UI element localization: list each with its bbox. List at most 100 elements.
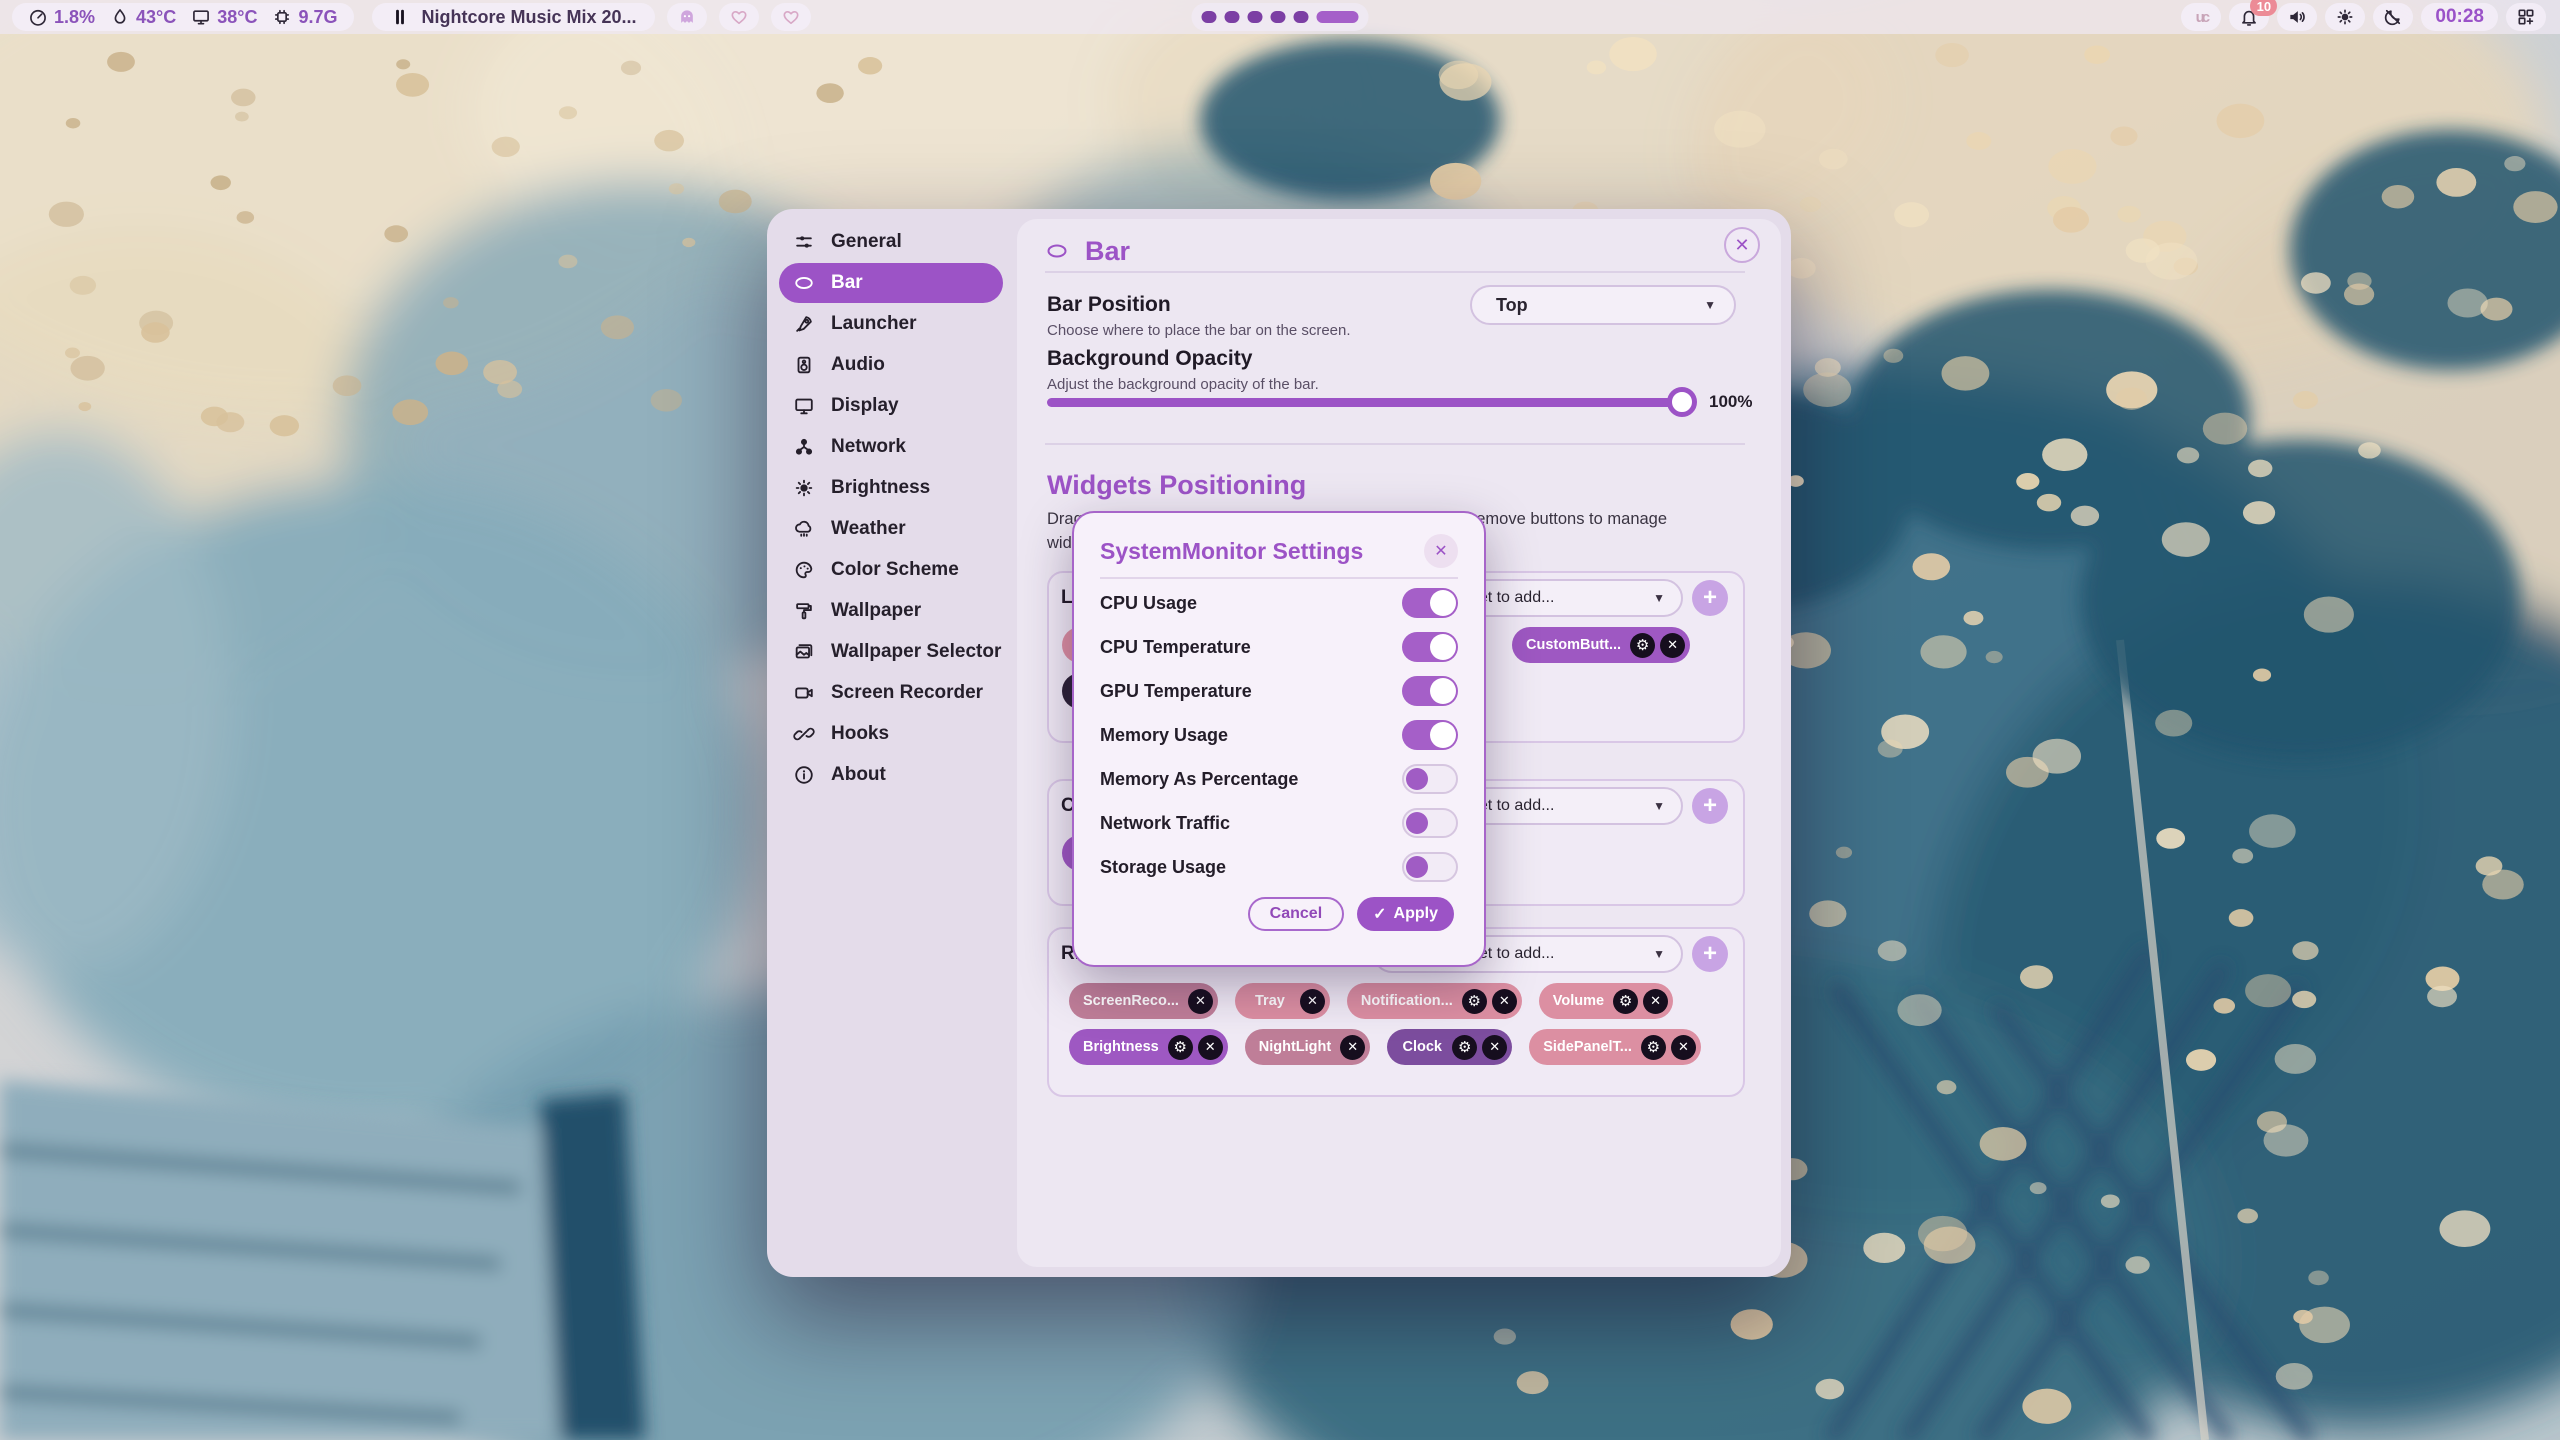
- widget-settings-button[interactable]: ⚙: [1641, 1035, 1666, 1060]
- page-header: Bar: [1043, 231, 1130, 271]
- sidebar-item-wallpaper[interactable]: Wallpaper: [779, 591, 1003, 631]
- add-widget-button[interactable]: +: [1692, 580, 1728, 616]
- workspace-dot[interactable]: [1248, 11, 1263, 23]
- workspaces-indicator[interactable]: [1192, 3, 1369, 31]
- memory-as-percentage-toggle[interactable]: [1402, 764, 1458, 794]
- toggle-row: CPU Usage: [1100, 581, 1458, 625]
- sidebar-item-label: Color Scheme: [831, 559, 959, 581]
- videocam-icon: [793, 682, 815, 704]
- media-title: Nightcore Music Mix 20...: [422, 7, 637, 28]
- sidebar-item-hooks[interactable]: Hooks: [779, 714, 1003, 754]
- widget-settings-button[interactable]: ⚙: [1462, 989, 1487, 1014]
- widget-remove-button[interactable]: ✕: [1671, 1035, 1696, 1060]
- widget-chip-sidepanelt[interactable]: SidePanelT...⚙✕: [1529, 1029, 1701, 1065]
- dialog-header: SystemMonitor Settings ✕: [1100, 529, 1458, 573]
- opacity-slider-track[interactable]: [1047, 398, 1694, 407]
- widget-chip-screenreco[interactable]: ScreenReco...✕: [1069, 983, 1218, 1019]
- cpu-temperature-toggle[interactable]: [1402, 632, 1458, 662]
- link-icon: [793, 723, 815, 745]
- widget-remove-button[interactable]: ✕: [1643, 989, 1668, 1014]
- sidebar-item-weather[interactable]: Weather: [779, 509, 1003, 549]
- toggle-row: GPU Temperature: [1100, 669, 1458, 713]
- widget-settings-button[interactable]: ⚙: [1630, 633, 1655, 658]
- workspace-active[interactable]: [1317, 11, 1359, 23]
- widget-chip-custombutt[interactable]: CustomButt...⚙✕: [1512, 627, 1690, 663]
- cpu-usage-toggle[interactable]: [1402, 588, 1458, 618]
- toggle-knob: [1406, 768, 1428, 790]
- clock-text: 00:28: [2435, 6, 2484, 28]
- sidebar-item-launcher[interactable]: Launcher: [779, 304, 1003, 344]
- widget-chip-clock[interactable]: Clock⚙✕: [1387, 1029, 1512, 1065]
- cancel-button[interactable]: Cancel: [1248, 897, 1344, 931]
- widget-remove-button[interactable]: ✕: [1198, 1035, 1223, 1060]
- add-widget-button[interactable]: +: [1692, 936, 1728, 972]
- toggle-knob: [1430, 678, 1456, 704]
- workspace-dot[interactable]: [1225, 11, 1240, 23]
- nightlight-button[interactable]: [2373, 3, 2413, 31]
- sidebar-item-label: Network: [831, 436, 906, 458]
- window-close-button[interactable]: ✕: [1724, 227, 1760, 263]
- sidebar-item-display[interactable]: Display: [779, 386, 1003, 426]
- monitor-icon: [793, 395, 815, 417]
- opacity-slider-thumb[interactable]: [1667, 387, 1697, 417]
- stat-chip: 9.7G: [272, 7, 337, 28]
- sidebar-item-brightness[interactable]: Brightness: [779, 468, 1003, 508]
- overview-button[interactable]: [2506, 3, 2546, 31]
- add-widget-button[interactable]: +: [1692, 788, 1728, 824]
- heart-icon: [781, 7, 801, 27]
- speaker-icon: [2287, 7, 2307, 27]
- widget-remove-button[interactable]: ✕: [1340, 1035, 1365, 1060]
- widget-chip-brightness[interactable]: Brightness⚙✕: [1069, 1029, 1228, 1065]
- media-player[interactable]: Nightcore Music Mix 20...: [372, 3, 655, 31]
- sidebar-item-about[interactable]: About: [779, 755, 1003, 795]
- info-icon: [793, 764, 815, 786]
- background-opacity-setting: Background Opacity Adjust the background…: [1047, 347, 1319, 393]
- volume-button[interactable]: [2277, 3, 2317, 31]
- ghost-button[interactable]: [667, 3, 707, 31]
- widget-settings-button[interactable]: ⚙: [1452, 1035, 1477, 1060]
- notifications-button[interactable]: 10: [2229, 3, 2269, 31]
- brightness-button[interactable]: [2325, 3, 2365, 31]
- sidebar-item-general[interactable]: General: [779, 222, 1003, 262]
- toggle-label: Network Traffic: [1100, 813, 1230, 834]
- toggle-label: Storage Usage: [1100, 857, 1226, 878]
- widget-settings-button[interactable]: ⚙: [1613, 989, 1638, 1014]
- bar-position-select[interactable]: Top ▼: [1470, 285, 1736, 325]
- widget-remove-button[interactable]: ✕: [1188, 989, 1213, 1014]
- favorite-button[interactable]: [719, 3, 759, 31]
- like-button[interactable]: [771, 3, 811, 31]
- widget-chip-notification[interactable]: Notification...⚙✕: [1347, 983, 1522, 1019]
- widget-chip-nightlight[interactable]: NightLight✕: [1245, 1029, 1370, 1065]
- settings-sidebar: GeneralBar Launcher AudioDisplay Network Bri…: [767, 221, 1015, 796]
- gpu-temperature-toggle[interactable]: [1402, 676, 1458, 706]
- dialog-title: SystemMonitor Settings: [1100, 538, 1363, 565]
- sidebar-item-label: Launcher: [831, 313, 917, 335]
- workspace-dot[interactable]: [1271, 11, 1286, 23]
- widget-remove-button[interactable]: ✕: [1300, 989, 1325, 1014]
- sidebar-item-network[interactable]: Network: [779, 427, 1003, 467]
- sidebar-item-color-scheme[interactable]: Color Scheme: [779, 550, 1003, 590]
- widget-settings-button[interactable]: ⚙: [1168, 1035, 1193, 1060]
- sidebar-item-screen-recorder[interactable]: Screen Recorder: [779, 673, 1003, 713]
- network-icon: [793, 436, 815, 458]
- workspace-dot[interactable]: [1202, 11, 1217, 23]
- memory-usage-toggle[interactable]: [1402, 720, 1458, 750]
- workspace-dot[interactable]: [1294, 11, 1309, 23]
- clock[interactable]: 00:28: [2421, 3, 2498, 31]
- widget-remove-button[interactable]: ✕: [1482, 1035, 1507, 1060]
- tray-app-button[interactable]: uc: [2181, 3, 2221, 31]
- storage-usage-toggle[interactable]: [1402, 852, 1458, 882]
- widget-remove-button[interactable]: ✕: [1492, 989, 1517, 1014]
- chevron-down-icon: ▼: [1653, 799, 1665, 813]
- widget-remove-button[interactable]: ✕: [1660, 633, 1685, 658]
- widget-chip-volume[interactable]: Volume⚙✕: [1539, 983, 1673, 1019]
- widget-chip-tray[interactable]: Tray✕: [1235, 983, 1330, 1019]
- dialog-close-button[interactable]: ✕: [1424, 534, 1458, 568]
- apply-button[interactable]: ✓ Apply: [1357, 897, 1454, 931]
- sidebar-item-wallpaper-selector[interactable]: Wallpaper Selector: [779, 632, 1003, 672]
- sidebar-item-bar[interactable]: Bar: [779, 263, 1003, 303]
- sidebar-item-audio[interactable]: Audio: [779, 345, 1003, 385]
- system-stats[interactable]: 1.8%43°C38°C9.7G: [12, 3, 354, 31]
- sun-icon: [793, 477, 815, 499]
- network-traffic-toggle[interactable]: [1402, 808, 1458, 838]
